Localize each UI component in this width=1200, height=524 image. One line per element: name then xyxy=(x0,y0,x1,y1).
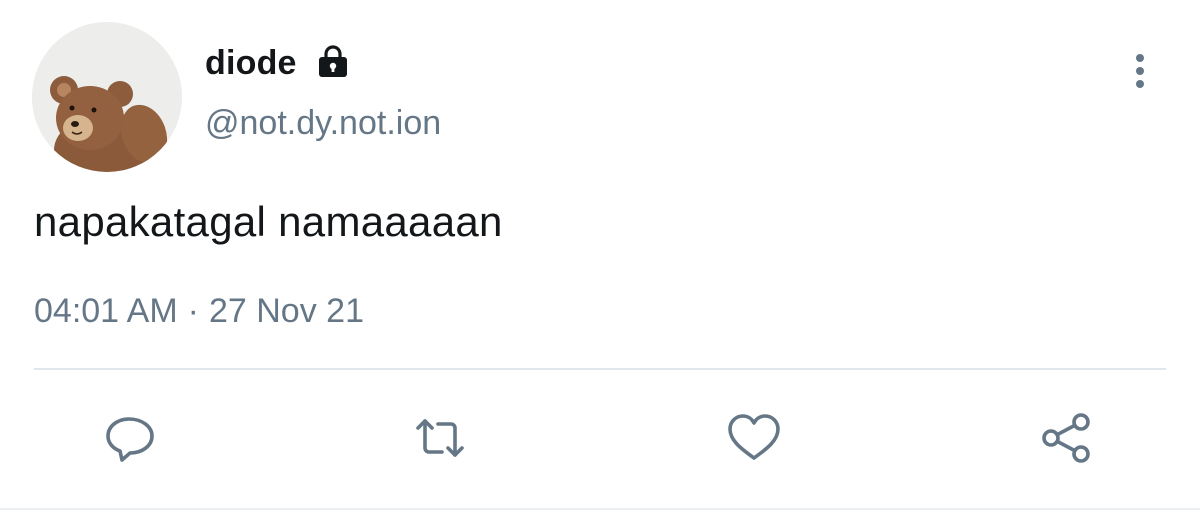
timestamp-separator: · xyxy=(187,292,199,330)
reply-button[interactable] xyxy=(102,410,158,466)
tweet-card: diode @not.dy.not.ion napakatagal namaaa… xyxy=(0,0,1200,524)
timestamp-row[interactable]: 04:01 AM · 27 Nov 21 xyxy=(34,292,364,331)
display-name[interactable]: diode xyxy=(205,44,297,83)
like-button[interactable] xyxy=(726,410,782,466)
tweet-date: 27 Nov 21 xyxy=(208,292,364,330)
lock-icon xyxy=(315,45,351,81)
divider xyxy=(34,368,1166,370)
teddy-bear-image xyxy=(32,22,182,172)
heart-icon xyxy=(728,414,780,460)
bottom-divider xyxy=(0,508,1200,510)
avatar[interactable] xyxy=(32,22,182,172)
display-name-row: diode xyxy=(205,40,351,86)
user-handle[interactable]: @not.dy.not.ion xyxy=(205,104,441,143)
tweet-time: 04:01 AM xyxy=(34,292,178,330)
share-button[interactable] xyxy=(1038,410,1094,466)
retweet-button[interactable] xyxy=(412,410,468,466)
tweet-text: napakatagal namaaaaan xyxy=(34,198,503,245)
share-icon xyxy=(1042,413,1090,463)
comment-icon xyxy=(106,417,154,462)
more-vertical-icon[interactable] xyxy=(1120,48,1160,94)
retweet-icon xyxy=(416,419,464,457)
